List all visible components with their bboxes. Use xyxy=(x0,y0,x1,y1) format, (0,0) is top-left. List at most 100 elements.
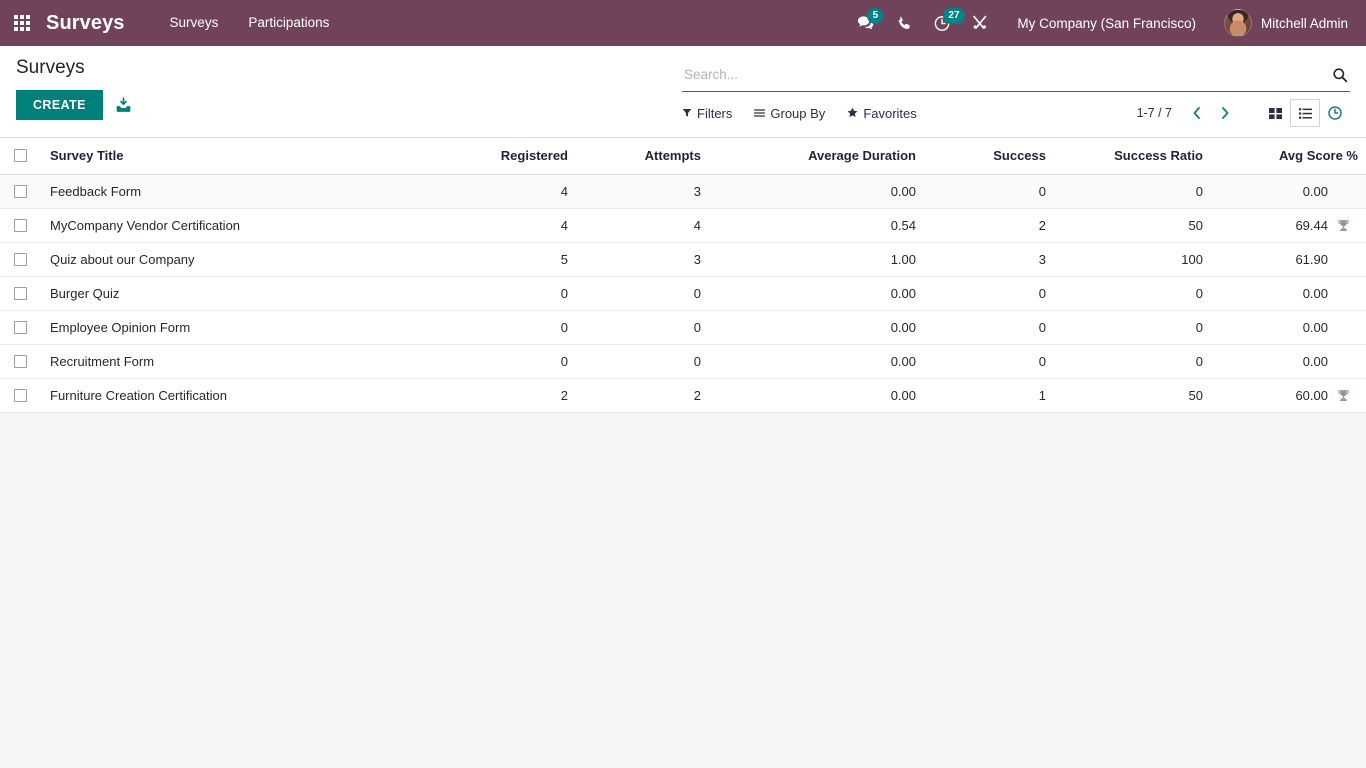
column-header-avg-score[interactable]: Avg Score % xyxy=(1219,138,1366,175)
app-brand-title[interactable]: Surveys xyxy=(46,12,125,35)
table-row[interactable]: Employee Opinion Form 0 0 0.00 0 0 0.00 xyxy=(0,310,1366,345)
chevron-right-icon[interactable] xyxy=(1212,100,1238,126)
cell-attempts: 0 xyxy=(584,276,717,311)
page-background xyxy=(0,413,1366,753)
column-header-success[interactable]: Success xyxy=(932,138,1062,175)
avatar xyxy=(1223,9,1252,37)
top-navbar: Surveys Surveys Participations 5 27 My C… xyxy=(0,0,1366,46)
trophy-icon xyxy=(1328,219,1358,232)
search-icon[interactable] xyxy=(1326,67,1348,83)
row-checkbox[interactable] xyxy=(14,389,27,402)
column-header-title[interactable]: Survey Title xyxy=(34,138,454,175)
table-header-row: Survey Title Registered Attempts Average… xyxy=(0,138,1366,175)
cell-average-duration: 0.00 xyxy=(717,310,932,345)
cell-success-ratio: 50 xyxy=(1062,208,1219,243)
row-checkbox[interactable] xyxy=(14,253,27,266)
cell-registered: 0 xyxy=(454,276,584,311)
column-header-registered[interactable]: Registered xyxy=(454,138,584,175)
filter-funnel-icon xyxy=(682,106,692,121)
cell-title: Employee Opinion Form xyxy=(34,310,454,345)
select-all-header xyxy=(0,138,34,175)
table-header: Survey Title Registered Attempts Average… xyxy=(0,138,1366,175)
column-header-attempts[interactable]: Attempts xyxy=(584,138,717,175)
cell-attempts: 2 xyxy=(584,378,717,413)
row-select-cell xyxy=(0,276,34,311)
create-button[interactable]: CREATE xyxy=(16,90,103,120)
cell-title: Furniture Creation Certification xyxy=(34,378,454,413)
menu-item-participations[interactable]: Participations xyxy=(233,0,344,46)
table-row[interactable]: Quiz about our Company 5 3 1.00 3 100 61.90 xyxy=(0,242,1366,277)
cell-success-ratio: 0 xyxy=(1062,310,1219,345)
bars-icon xyxy=(754,106,766,121)
group-by-button[interactable]: Group By xyxy=(754,106,825,121)
cell-average-duration: 1.00 xyxy=(717,242,932,277)
cell-success: 0 xyxy=(932,310,1062,345)
company-switcher[interactable]: My Company (San Francisco) xyxy=(999,16,1210,31)
activity-clock-icon[interactable]: 27 xyxy=(923,0,965,46)
control-panel-buttons: CREATE xyxy=(16,90,656,120)
cell-success-ratio: 100 xyxy=(1062,242,1219,277)
cell-success: 0 xyxy=(932,276,1062,311)
row-checkbox[interactable] xyxy=(14,287,27,300)
column-header-success-ratio[interactable]: Success Ratio xyxy=(1062,138,1219,175)
phone-icon[interactable] xyxy=(885,0,923,46)
cell-success-ratio: 0 xyxy=(1062,174,1219,209)
control-panel-left: Surveys CREATE xyxy=(16,56,656,120)
apps-grid-icon[interactable] xyxy=(12,13,32,33)
filters-label: Filters xyxy=(697,105,733,121)
import-upload-icon[interactable] xyxy=(115,96,132,114)
column-header-average-duration[interactable]: Average Duration xyxy=(717,138,932,175)
pager-count: 1-7 / 7 xyxy=(1136,106,1172,120)
chevron-left-icon[interactable] xyxy=(1184,100,1210,126)
row-select-cell xyxy=(0,208,34,243)
table-body: Feedback Form 4 3 0.00 0 0 0.00 MyCompany Vendo… xyxy=(0,174,1366,413)
avg-score-value: 60.00 xyxy=(1295,388,1328,403)
star-icon xyxy=(847,106,858,121)
cell-registered: 4 xyxy=(454,208,584,243)
row-checkbox[interactable] xyxy=(14,355,27,368)
surveys-table: Survey Title Registered Attempts Average… xyxy=(0,138,1366,413)
cell-average-duration: 0.00 xyxy=(717,344,932,379)
cell-avg-score: 60.00 xyxy=(1219,378,1366,413)
favorites-button[interactable]: Favorites xyxy=(847,105,917,121)
cell-average-duration: 0.00 xyxy=(717,174,932,209)
search-input[interactable] xyxy=(682,67,1326,82)
messaging-badge: 5 xyxy=(867,8,884,24)
clock-icon[interactable] xyxy=(1320,99,1350,127)
cell-average-duration: 0.00 xyxy=(717,378,932,413)
cell-registered: 4 xyxy=(454,174,584,209)
cell-registered: 0 xyxy=(454,344,584,379)
row-checkbox[interactable] xyxy=(14,219,27,232)
cell-success: 2 xyxy=(932,208,1062,243)
row-select-cell xyxy=(0,242,34,277)
cell-avg-score: 0.00 xyxy=(1219,310,1366,345)
menu-item-surveys[interactable]: Surveys xyxy=(155,0,234,46)
kanban-grid-icon[interactable] xyxy=(1260,99,1290,127)
cell-success: 3 xyxy=(932,242,1062,277)
row-checkbox[interactable] xyxy=(14,185,27,198)
select-all-checkbox[interactable] xyxy=(14,149,27,162)
cell-avg-score: 0.00 xyxy=(1219,344,1366,379)
control-panel-right: Filters Group By Favorites 1-7 / 7 xyxy=(682,46,1350,132)
avg-score-value: 0.00 xyxy=(1302,184,1328,199)
cell-registered: 2 xyxy=(454,378,584,413)
table-row[interactable]: Feedback Form 4 3 0.00 0 0 0.00 xyxy=(0,174,1366,209)
cell-avg-score: 61.90 xyxy=(1219,242,1366,277)
cell-success: 0 xyxy=(932,344,1062,379)
user-menu[interactable]: Mitchell Admin xyxy=(1210,9,1352,37)
debug-tools-icon[interactable] xyxy=(961,0,999,46)
filters-button[interactable]: Filters xyxy=(682,106,732,121)
list-icon[interactable] xyxy=(1290,99,1320,127)
favorites-label: Favorites xyxy=(863,105,917,121)
table-row[interactable]: MyCompany Vendor Certification 4 4 0.54 2 50 6… xyxy=(0,208,1366,243)
cell-avg-score: 69.44 xyxy=(1219,208,1366,243)
messaging-icon[interactable]: 5 xyxy=(847,0,885,46)
table-row[interactable]: Furniture Creation Certification 2 2 0.00 1 5… xyxy=(0,378,1366,413)
table-row[interactable]: Recruitment Form 0 0 0.00 0 0 0.00 xyxy=(0,344,1366,379)
table-row[interactable]: Burger Quiz 0 0 0.00 0 0 0.00 xyxy=(0,276,1366,311)
cell-attempts: 0 xyxy=(584,310,717,345)
row-select-cell xyxy=(0,378,34,413)
row-checkbox[interactable] xyxy=(14,321,27,334)
cell-average-duration: 0.00 xyxy=(717,276,932,311)
cell-success-ratio: 0 xyxy=(1062,276,1219,311)
